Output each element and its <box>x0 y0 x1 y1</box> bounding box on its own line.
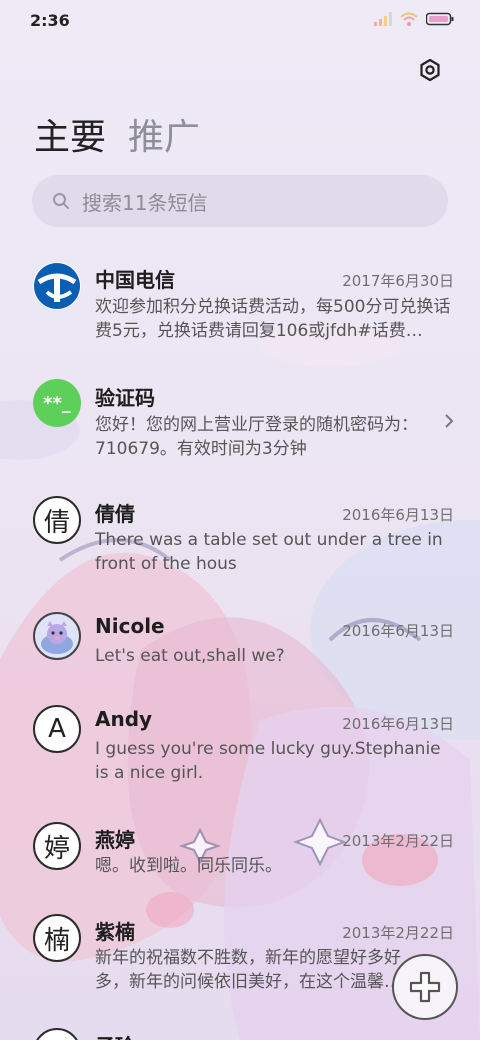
status-bar: 2:36 <box>0 0 480 40</box>
chevron-right-icon[interactable] <box>442 411 456 431</box>
avatar-letter: 楠 <box>43 925 70 956</box>
new-message-button[interactable] <box>392 954 458 1020</box>
status-icons <box>374 12 454 26</box>
letter-avatar: 楠 <box>33 914 81 962</box>
conversation-snippet: 新年的祝福数不胜数，新年的愿望好多好多，新年的问候依旧美好，在这个温馨的时刻 <box>95 948 401 992</box>
verification-code-avatar-text: **_ <box>43 392 71 414</box>
conversation-item[interactable]: **_ 验证码 您好！您的网上营业厅登录的随机密码为：710679。有效时间为3… <box>0 379 480 460</box>
tab-promotions[interactable]: 推广 <box>128 108 200 160</box>
conversation-name: 倩倩 <box>95 502 135 526</box>
conversation-name: 验证码 <box>95 386 155 410</box>
conversation-snippet: 欢迎参加积分兑换话费活动，每500分可兑换话费5元，兑换话费请回复106或jfd… <box>95 297 451 341</box>
letter-avatar: A <box>33 705 81 753</box>
avatar-letter: A <box>48 714 66 744</box>
status-time: 2:36 <box>30 11 70 30</box>
verification-code-icon: **_ <box>33 379 81 427</box>
conversation-item[interactable]: Nicole 2016年6月13日 Let's eat out,shall we… <box>0 612 480 682</box>
conversation-item[interactable]: 倩 倩倩 2016年6月13日 There was a table set ou… <box>0 496 480 586</box>
conversation-snippet: Let's eat out,shall we? <box>95 646 285 666</box>
plus-icon <box>409 971 441 1003</box>
conversation-date: 2016年6月13日 <box>342 622 454 640</box>
conversation-item[interactable]: A Andy 2016年6月13日 I guess you're some lu… <box>0 705 480 795</box>
tab-primary[interactable]: 主要 <box>34 108 106 160</box>
conversation-date: 2013年2月22日 <box>342 832 454 850</box>
avatar-letter: 婷 <box>43 833 70 864</box>
conversation-snippet: 嗯。收到啦。同乐同乐。 <box>95 856 282 876</box>
avatar-letter: 倩 <box>43 507 70 538</box>
conversation-name: 中国电信 <box>95 268 175 292</box>
search-icon <box>50 190 72 212</box>
conversation-snippet: 您好！您的网上营业厅登录的随机密码为：710679。有效时间为3分钟 <box>95 415 418 459</box>
conversation-name: Nicole <box>95 614 165 638</box>
settings-icon <box>420 58 440 82</box>
conversation-snippet: I guess you're some lucky guy.Stephanie … <box>95 739 441 783</box>
conversation-date: 2016年6月13日 <box>342 715 454 733</box>
conversation-name: 燕婷 <box>95 828 135 852</box>
battery-icon <box>426 12 454 26</box>
conversation-item[interactable]: 婷 燕婷 2013年2月22日 嗯。收到啦。同乐同乐。 <box>0 822 480 882</box>
settings-button[interactable] <box>414 54 446 86</box>
avatar-letter: 玲 <box>44 1034 70 1040</box>
tab-bar: 主要 推广 <box>34 108 200 160</box>
signal-icon <box>374 12 392 26</box>
letter-avatar: 婷 <box>33 822 81 870</box>
conversation-name: 紫楠 <box>95 920 135 944</box>
conversation-date: 2013年2月22日 <box>342 924 454 942</box>
search-input[interactable]: 搜索11条短信 <box>32 175 448 227</box>
conversation-name: Andy <box>95 707 153 731</box>
letter-avatar: 倩 <box>33 496 81 544</box>
conversation-item[interactable]: 玲 子玲 <box>0 1028 480 1040</box>
china-telecom-logo <box>33 262 81 310</box>
letter-avatar: 玲 <box>33 1028 81 1040</box>
conversation-name: 子玲 <box>95 1030 135 1040</box>
conversation-snippet: There was a table set out under a tree i… <box>95 530 443 574</box>
wifi-icon <box>400 12 418 26</box>
conversation-date: 2016年6月13日 <box>342 506 454 524</box>
conversation-date: 2017年6月30日 <box>342 272 454 290</box>
conversation-item[interactable]: 中国电信 2017年6月30日 欢迎参加积分兑换话费活动，每500分可兑换话费5… <box>0 262 480 352</box>
cartoon-photo-avatar <box>33 612 81 660</box>
search-placeholder: 搜索11条短信 <box>82 190 208 215</box>
